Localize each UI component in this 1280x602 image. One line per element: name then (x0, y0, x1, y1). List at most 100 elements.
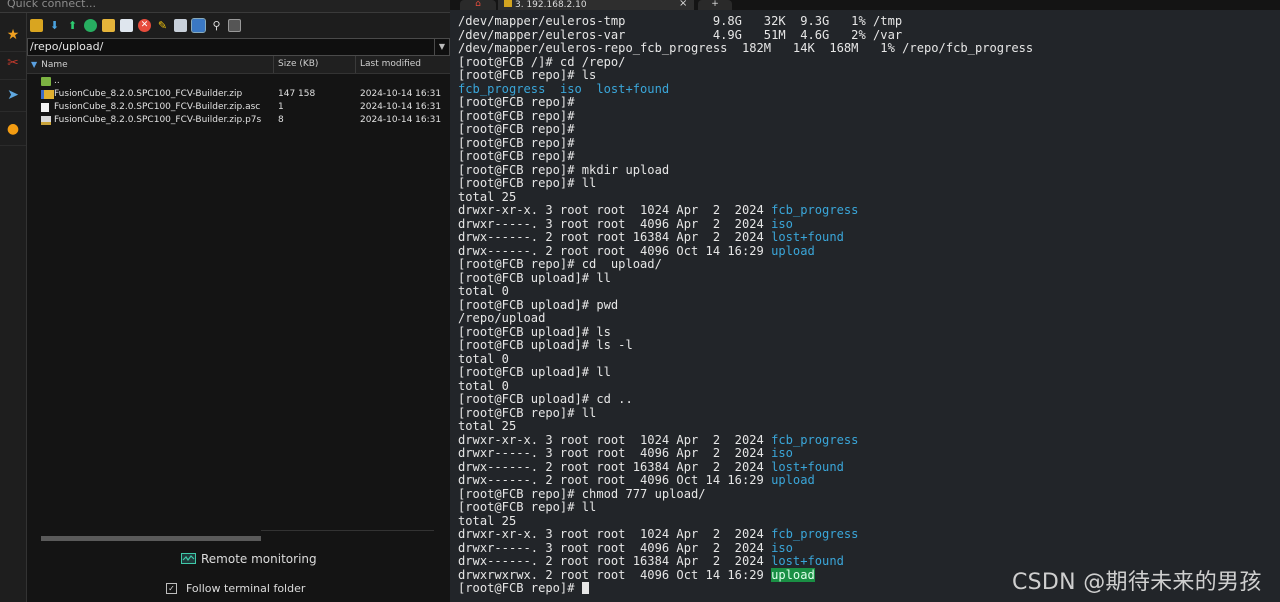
checkbox-checked-icon[interactable]: ✓ (166, 582, 177, 594)
new-folder-icon[interactable] (102, 19, 115, 32)
terminal-line: drwxr-xr-x. 3 root root 1024 Apr 2 2024 … (458, 432, 1033, 448)
terminal-text: [root@FCB upload]# cd .. (458, 392, 633, 406)
quick-connect-bar: Quick connect... (0, 0, 450, 13)
terminal-line: total 0 (458, 351, 1033, 367)
file-modified: 2024-10-14 16:31 (360, 89, 442, 99)
terminal-line: [root@FCB upload]# ll (458, 270, 1033, 286)
delete-icon[interactable]: ✕ (138, 19, 151, 32)
terminal-text: [root@FCB upload]# ls (458, 324, 611, 339)
terminal-line: drwx------. 2 root root 16384 Apr 2 2024… (458, 554, 1033, 569)
file-name: FusionCube_8.2.0.SPC100_FCV-Builder.zip.… (54, 102, 261, 112)
column-modified[interactable]: Last modified (356, 56, 450, 73)
terminal-text: drwxr-xr-x. 3 root root 1024 Apr 2 2024 (458, 432, 772, 447)
terminal-line: /dev/mapper/euleros-repo_fcb_progress 18… (458, 41, 1033, 56)
refresh-icon[interactable] (84, 19, 97, 32)
path-input[interactable]: /repo/upload/ (30, 39, 103, 55)
tab-home[interactable]: ⌂ (460, 0, 496, 10)
close-icon[interactable]: × (679, 0, 687, 9)
terminal-text: drwx------. 2 root root 16384 Apr 2 2024 (458, 554, 772, 568)
terminal-line: drwxr-----. 3 root root 4096 Apr 2 2024 … (458, 446, 1033, 461)
send-icon: ➤ (7, 87, 19, 103)
column-name[interactable]: ▼ Name (27, 56, 274, 73)
terminal-line: [root@FCB repo]# chmod 777 upload/ (458, 487, 1033, 502)
terminal-text: total 0 (458, 351, 509, 366)
terminal-line: fcb_progress iso lost+found (458, 81, 1033, 97)
directory-name: lost+found (771, 554, 844, 568)
terminal-text: [root@FCB upload]# ll (458, 270, 611, 285)
directory-name: fcb_progress (458, 81, 546, 96)
terminal-text: [root@FCB repo]# (458, 95, 575, 109)
terminal-text: [root@FCB repo]# (458, 149, 575, 163)
terminal-text: drwxrwxrwx. 2 root root 4096 Oct 14 16:2… (458, 567, 772, 582)
terminal-text: total 0 (458, 378, 509, 393)
terminal-text: [root@FCB upload]# ll (458, 365, 611, 379)
terminal-line: [root@FCB repo]# (458, 149, 1033, 164)
divider (261, 530, 434, 531)
horizontal-scrollbar[interactable] (41, 536, 261, 541)
new-file-icon[interactable] (120, 19, 133, 32)
highlighted-directory-name: upload (771, 567, 815, 582)
terminal-text: drwxr-----. 3 root root 4096 Apr 2 2024 (458, 540, 772, 555)
quick-connect-input[interactable]: Quick connect... (7, 0, 96, 12)
remote-monitoring-button[interactable]: Remote monitoring (181, 551, 317, 567)
download-icon[interactable]: ⬇ (48, 19, 61, 32)
terminal-text: /dev/mapper/euleros-tmp 9.8G 32K 9.3G 1%… (458, 14, 903, 28)
terminal-line: drwxr-xr-x. 3 root root 1024 Apr 2 2024 … (458, 203, 1033, 218)
terminal-text: [root@FCB repo]# ll (458, 176, 597, 190)
properties-icon[interactable] (174, 19, 187, 32)
terminal-cursor (581, 582, 589, 594)
follow-terminal-folder-checkbox[interactable]: ✓ Follow terminal folder (166, 581, 305, 595)
sidebar-tools-icon[interactable]: ✂ (0, 47, 26, 80)
session-icon (504, 0, 512, 7)
directory-name: iso (771, 216, 793, 231)
terminal-line: drwx------. 2 root root 4096 Oct 14 16:2… (458, 243, 1033, 259)
file-row[interactable]: FusionCube_8.2.0.SPC100_FCV-Builder.zip.… (27, 114, 450, 127)
file-row[interactable]: FusionCube_8.2.0.SPC100_FCV-Builder.zip … (27, 88, 450, 101)
terminal-text: drwx------. 2 root root 4096 Oct 14 16:2… (458, 473, 772, 487)
terminal-output[interactable]: /dev/mapper/euleros-tmp 9.8G 32K 9.3G 1%… (458, 14, 1033, 596)
terminal-line: drwxr-----. 3 root root 4096 Apr 2 2024 … (458, 216, 1033, 232)
chevron-down-icon[interactable]: ▼ (434, 39, 449, 55)
file-row-parent[interactable]: .. (27, 75, 450, 88)
terminal-line: drwxr-xr-x. 3 root root 1024 Apr 2 2024 … (458, 527, 1033, 542)
file-modified: 2024-10-14 16:31 (360, 115, 442, 125)
terminal-text: drwx------. 2 root root 4096 Oct 14 16:2… (458, 243, 772, 258)
terminal-icon[interactable] (228, 19, 241, 32)
watermark: CSDN @期待未来的男孩 (1012, 570, 1262, 595)
star-icon: ★ (6, 27, 20, 43)
terminal-text: drwxr-xr-x. 3 root root 1024 Apr 2 2024 (458, 203, 772, 217)
zip-file-icon (41, 90, 54, 99)
sidebar-send-icon[interactable]: ➤ (0, 79, 26, 112)
sidebar-mobaxterm-icon[interactable]: ● (0, 113, 26, 146)
file-toolbar: ⬇ ⬆ ✕ ✎ ⚲ (27, 13, 450, 38)
terminal-text: [root@FCB repo]# (458, 135, 575, 150)
sort-arrow-icon: ▼ (31, 60, 38, 69)
open-folder-icon[interactable] (30, 19, 43, 32)
toggle-hidden-icon[interactable] (191, 18, 206, 33)
file-row[interactable]: FusionCube_8.2.0.SPC100_FCV-Builder.zip.… (27, 101, 450, 114)
directory-name: fcb_progress (771, 203, 859, 217)
terminal-text: [root@FCB repo]# (458, 108, 575, 123)
rename-icon[interactable]: ✎ (156, 19, 169, 32)
new-tab-button[interactable]: + (698, 0, 732, 10)
terminal-text: /dev/mapper/euleros-var 4.9G 51M 4.6G 2%… (458, 27, 903, 42)
path-bar[interactable]: /repo/upload/ ▼ (27, 38, 450, 56)
upload-icon[interactable]: ⬆ (66, 19, 79, 32)
parent-folder-icon (41, 77, 51, 86)
terminal-text: drwx------. 2 root root 16384 Apr 2 2024 (458, 230, 772, 244)
tab-session-label: 3. 192.168.2.10 (515, 0, 587, 10)
terminal-text: drwxr-----. 3 root root 4096 Apr 2 2024 (458, 216, 772, 231)
follow-terminal-label: Follow terminal folder (186, 581, 306, 595)
link-icon[interactable]: ⚲ (210, 19, 223, 32)
terminal-line: drwx------. 2 root root 16384 Apr 2 2024… (458, 230, 1033, 245)
mobaxterm-icon: ● (6, 121, 20, 137)
cert-file-icon (41, 116, 51, 125)
terminal-text: [root@FCB /]# cd /repo/ (458, 54, 626, 69)
terminal-line: [root@FCB repo]# ls (458, 68, 1033, 83)
terminal-text: [root@FCB repo]# ll (458, 500, 597, 514)
terminal-line: total 0 (458, 284, 1033, 299)
column-name-label: Name (41, 60, 68, 70)
column-size[interactable]: Size (KB) (274, 56, 356, 73)
tab-session[interactable]: 3. 192.168.2.10 × (498, 0, 694, 10)
directory-name: lost+found (771, 459, 844, 474)
